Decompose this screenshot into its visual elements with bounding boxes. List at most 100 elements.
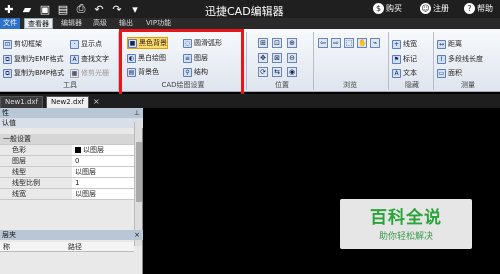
property-row[interactable]: 线型比例 1 xyxy=(0,178,134,189)
copy-bmp-button[interactable]: ⧉ 复制为BMP格式 xyxy=(3,67,64,79)
properties-panel: 性 ⊥ 认值 一般设置 色彩 以图层 图层 0 线型 以图层 线型比例 1 线宽 以图层 层… xyxy=(0,108,143,274)
property-value[interactable]: 以图层 xyxy=(72,145,134,155)
property-row[interactable]: 线型 以图层 xyxy=(0,167,134,178)
copy-bmp-icon: ⧉ xyxy=(3,68,12,78)
back-icon[interactable]: ⇦ xyxy=(318,38,328,48)
property-value[interactable]: 0 xyxy=(72,156,134,166)
menu-vip[interactable]: VIP功能 xyxy=(143,18,174,29)
menu-file[interactable]: 文件 xyxy=(0,18,20,29)
register-button[interactable]: ☺ 注册 xyxy=(420,3,449,14)
property-value-text: 以图层 xyxy=(83,146,104,154)
menu-viewer[interactable]: 查看器 xyxy=(24,18,53,29)
dollar-icon: $ xyxy=(373,3,384,14)
marks-toggle[interactable]: ⚑ 标记 xyxy=(392,53,417,65)
document-tabs: New1.dxf New2.dxf × xyxy=(0,94,500,108)
text-icon: A xyxy=(392,68,401,78)
register-label: 注册 xyxy=(433,4,449,13)
help-button[interactable]: ? 帮助 xyxy=(464,3,493,14)
group-tools-label: 工具 xyxy=(63,81,77,89)
property-row[interactable]: 图层 0 xyxy=(0,156,134,167)
line-width-toggle[interactable]: + 线宽 xyxy=(392,38,417,50)
zoom-extents-icon[interactable]: ⊠ xyxy=(272,53,282,63)
tab-new2[interactable]: New2.dxf xyxy=(46,96,89,108)
property-key: 线型比例 xyxy=(12,179,40,187)
menu-advanced[interactable]: 高级 xyxy=(90,18,110,29)
scrollbar-thumb[interactable] xyxy=(136,142,142,202)
menu-editor[interactable]: 编辑器 xyxy=(58,18,85,29)
forward-icon[interactable]: ⇨ xyxy=(331,38,341,48)
property-value[interactable]: 以图层 xyxy=(72,167,134,177)
clip-frame-button[interactable]: ⊡ 剪切框架 xyxy=(3,38,42,50)
drawing-canvas[interactable] xyxy=(144,108,500,274)
polyline-length-label: 多段线长度 xyxy=(448,55,483,63)
copy-bmp-label: 复制为BMP格式 xyxy=(14,69,65,77)
zoom-out-icon[interactable]: ⊖ xyxy=(287,53,297,63)
hand-icon[interactable]: ✋ xyxy=(357,38,367,48)
property-value[interactable]: 1 xyxy=(72,178,134,188)
distance-label: 距离 xyxy=(448,40,462,48)
panel-title-text: 性 xyxy=(2,109,9,117)
text-toggle[interactable]: A 文本 xyxy=(392,67,417,79)
property-value[interactable]: 以图层 xyxy=(72,189,134,199)
menu-bar: 文件 查看器 编辑器 高级 输出 VIP功能 xyxy=(0,18,500,29)
clip-frame-icon: ⊡ xyxy=(3,39,12,49)
pin-icon[interactable]: ⊥ xyxy=(134,108,140,118)
trim-raster-icon: ▦ xyxy=(70,68,79,78)
distance-button[interactable]: ↔ 距离 xyxy=(437,38,462,50)
zoom-icon[interactable]: ⊕ xyxy=(287,38,297,48)
fit-window-icon[interactable]: ⊞ xyxy=(258,38,268,48)
points-icon: · xyxy=(70,39,79,49)
copy-emf-icon: ⧉ xyxy=(3,54,12,64)
copy-emf-button[interactable]: ⧉ 复制为EMF格式 xyxy=(3,53,64,65)
help-icon: ? xyxy=(464,3,475,14)
distance-icon: ↔ xyxy=(437,39,446,49)
marks-icon: ⚑ xyxy=(392,54,401,64)
tab-new1[interactable]: New1.dxf xyxy=(0,96,43,108)
dropdown-icon[interactable]: ▾ xyxy=(128,2,142,16)
property-row[interactable]: 色彩 以图层 xyxy=(0,145,134,156)
separator xyxy=(246,32,247,90)
text-label: 文本 xyxy=(403,69,417,77)
trim-raster-label: 修剪光栅 xyxy=(81,69,109,77)
line-width-icon: + xyxy=(392,39,401,49)
property-key: 线宽 xyxy=(12,190,26,198)
print-icon[interactable]: ⎙ xyxy=(74,2,88,16)
group-browse-label: 浏览 xyxy=(343,81,357,89)
polyline-length-button[interactable]: ⌇ 多段线长度 xyxy=(437,53,483,65)
category-row[interactable]: 一般设置 xyxy=(0,134,134,145)
layers-panel-title: 层夹 × xyxy=(0,230,143,240)
column-header-path[interactable]: 路径 xyxy=(68,242,82,252)
show-points-button[interactable]: · 显示点 xyxy=(70,38,102,50)
mirror-icon[interactable]: ⇆ xyxy=(272,67,282,77)
close-icon[interactable]: × xyxy=(134,230,140,240)
redo-icon[interactable]: ↷ xyxy=(110,2,124,16)
close-tab-icon[interactable]: × xyxy=(93,97,100,106)
find-text-button[interactable]: A 查找文字 xyxy=(70,53,109,65)
column-header-name[interactable]: 称 xyxy=(3,242,10,252)
watermark-title: 百科全说 xyxy=(370,208,442,228)
orbit-icon[interactable]: ◉ xyxy=(287,67,297,77)
open-folder-icon[interactable]: ▰ xyxy=(20,2,34,16)
save-as-icon[interactable]: ▤ xyxy=(56,2,70,16)
color-swatch xyxy=(75,147,81,153)
save-icon[interactable]: ▣ xyxy=(38,2,52,16)
link-icon[interactable]: ⌁ xyxy=(370,38,380,48)
zoom-window-icon[interactable]: ⊡ xyxy=(272,38,282,48)
panel-section-header[interactable]: 认值 xyxy=(0,118,143,128)
highlight-frame xyxy=(119,29,244,97)
help-label: 帮助 xyxy=(477,4,493,13)
buy-button[interactable]: $ 购买 xyxy=(373,3,402,14)
select-icon[interactable]: ⬚ xyxy=(344,38,354,48)
property-row[interactable]: 线宽 以图层 xyxy=(0,189,134,200)
area-button[interactable]: ▭ 面积 xyxy=(437,67,462,79)
undo-icon[interactable]: ↶ xyxy=(92,2,106,16)
menu-output[interactable]: 输出 xyxy=(116,18,136,29)
rotate-icon[interactable]: ⟳ xyxy=(258,67,268,77)
group-hide-label: 隐藏 xyxy=(405,81,419,89)
new-icon[interactable]: ✚ xyxy=(2,2,16,16)
panel-scrollbar[interactable] xyxy=(134,122,142,246)
polyline-icon: ⌇ xyxy=(437,54,446,64)
trim-raster-button[interactable]: ▦ 修剪光栅 xyxy=(70,67,109,79)
category-label: 一般设置 xyxy=(3,135,31,143)
pan-icon[interactable]: ✥ xyxy=(258,53,268,63)
